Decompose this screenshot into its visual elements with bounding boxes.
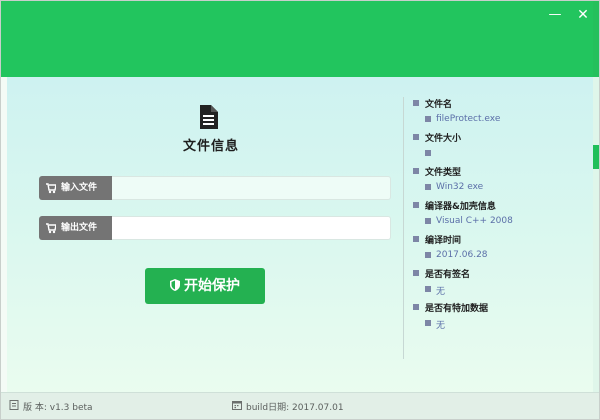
title-bar[interactable]: — ✕ [1,1,599,77]
bullet-square-icon [413,304,419,310]
output-file-field[interactable] [112,216,391,240]
calendar-icon [232,401,242,410]
cart-icon [46,183,56,194]
right-edge-marker [593,145,599,169]
info-value: fileProtect.exe [436,114,501,124]
start-protect-button-label: 开始保护 [184,278,240,294]
info-value: Win32 exe [436,182,484,192]
bullet-square-icon [425,252,431,258]
info-label: 编译时间 [425,236,462,246]
info-item-file-name: 文件名 fileProtect.exe [413,97,589,131]
title-bar-edge [593,1,599,77]
cart-icon [46,223,56,234]
bullet-square-icon [413,168,419,174]
bullet-square-icon [425,286,431,292]
info-label: 是否有特加数据 [425,304,489,314]
bullet-square-icon [413,100,419,106]
panel-divider [403,97,404,359]
input-file-row: 输入文件 [39,176,391,200]
document-icon [9,400,19,410]
status-bar: 版 本: v1.3 beta build日期: 2017.07.01 [1,392,599,419]
info-label: 文件名 [425,100,453,110]
file-info-panel: 文件名 fileProtect.exe 文件大小 文件类型 Win32 exe … [413,97,589,335]
bullet-square-icon [425,218,431,224]
bullet-square-icon [425,116,431,122]
info-item-compile-time: 编译时间 2017.06.28 [413,233,589,267]
info-value: 无 [436,321,446,331]
bullet-square-icon [413,236,419,242]
input-file-label: 输入文件 [39,176,112,200]
minimize-button[interactable]: — [546,7,564,23]
start-protect-button[interactable]: 开始保护 [145,268,265,304]
input-file-field[interactable] [112,176,391,200]
shield-icon [170,279,180,291]
bullet-square-icon [413,134,419,140]
info-label: 文件大小 [425,134,462,144]
app-window: — ✕ 文件信息 输入文件 输出文件 开始保护 文件名 fileProtect.… [0,0,600,420]
info-value: 2017.06.28 [436,250,488,260]
build-date-text: build日期: 2017.07.01 [246,403,344,413]
info-label: 编译器&加壳信息 [425,202,496,212]
output-file-label-text: 输出文件 [61,223,98,233]
info-item-compiler: 编译器&加壳信息 Visual C++ 2008 [413,199,589,233]
bullet-square-icon [425,150,431,156]
info-item-signature: 是否有签名 无 [413,267,589,301]
bullet-square-icon [413,202,419,208]
info-item-extra-data: 是否有特加数据 无 [413,301,589,335]
close-button[interactable]: ✕ [574,7,592,23]
bullet-square-icon [425,184,431,190]
info-value: Visual C++ 2008 [436,216,513,226]
info-item-file-type: 文件类型 Win32 exe [413,165,589,199]
right-edge-strip [593,77,599,395]
info-label: 是否有签名 [425,270,471,280]
input-file-label-text: 输入文件 [61,183,98,193]
output-file-label: 输出文件 [39,216,112,240]
bullet-square-icon [425,320,431,326]
output-file-row: 输出文件 [39,216,391,240]
info-item-file-size: 文件大小 [413,131,589,165]
section-title: 文件信息 [182,139,239,154]
info-label: 文件类型 [425,168,462,178]
document-icon [200,105,218,129]
bullet-square-icon [413,270,419,276]
info-value: 无 [436,287,446,297]
version-text: 版 本: v1.3 beta [23,403,93,413]
